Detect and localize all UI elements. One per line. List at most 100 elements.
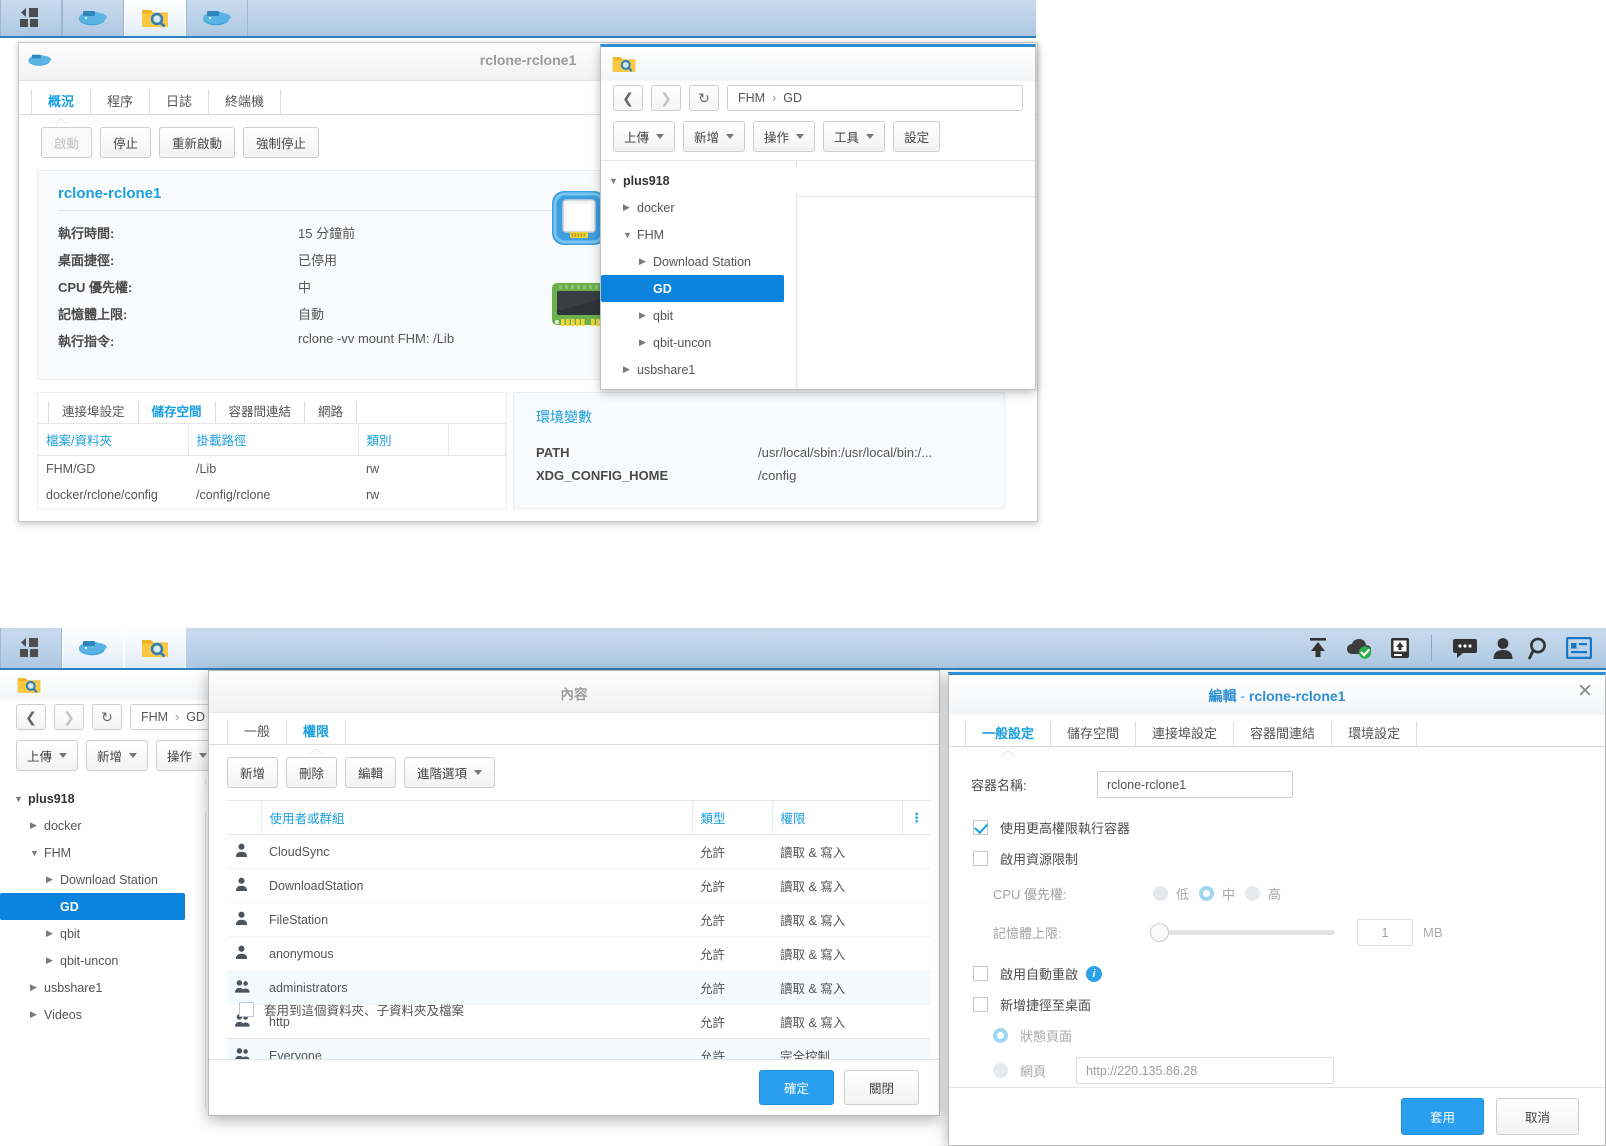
user-icon[interactable]	[1492, 636, 1514, 660]
container-name-input[interactable]: rclone-rclone1	[1097, 771, 1293, 798]
tab-network[interactable]: 網路	[305, 402, 358, 423]
tree-item-qbit[interactable]: ▶ qbit	[601, 302, 796, 329]
desktop-shortcut-checkbox[interactable]	[973, 997, 988, 1012]
tree-item-plus918[interactable]: ▼ plus918	[601, 167, 1035, 194]
start-button[interactable]: 啟動	[41, 127, 93, 158]
table-row[interactable]: FileStation 允許 讀取 & 寫入	[227, 902, 931, 937]
edit-permission-button[interactable]: 編輯	[345, 757, 397, 788]
forward-icon[interactable]: ❯	[54, 704, 84, 730]
breadcrumb[interactable]: FHM › GD	[727, 85, 1023, 111]
chevron-down-icon[interactable]: ▼	[623, 230, 637, 240]
advanced-options-button[interactable]: 進階選項	[404, 757, 496, 788]
tree-item-docker[interactable]: ▶ docker	[0, 812, 205, 839]
delete-permission-button[interactable]: 刪除	[286, 757, 338, 788]
slider-handle[interactable]	[1150, 923, 1169, 942]
apply-to-subfolders-row[interactable]: 套用到這個資料夾、子資料夾及檔案	[221, 986, 482, 1033]
chevron-right-icon[interactable]: ▶	[46, 874, 60, 885]
tree-item-download-station[interactable]: ▶ Download Station	[0, 866, 205, 893]
column-header-user-group[interactable]: 使用者或群組	[261, 800, 693, 835]
resource-limit-row[interactable]: 啟用資源限制	[949, 843, 1605, 874]
high-privilege-checkbox[interactable]	[973, 820, 988, 835]
chevron-right-icon[interactable]: ▶	[639, 310, 653, 321]
forward-icon[interactable]: ❯	[651, 85, 681, 111]
close-icon[interactable]: ✕	[1577, 682, 1593, 701]
memory-limit-slider[interactable]	[1150, 923, 1335, 942]
tree-item-gd[interactable]: GD	[0, 893, 185, 920]
chevron-right-icon[interactable]: ▶	[639, 337, 653, 348]
chevron-right-icon[interactable]: ▶	[30, 982, 44, 993]
tab-port-settings[interactable]: 連接埠設定	[1136, 722, 1235, 746]
shortcut-status-page-row[interactable]: 狀態頁面	[949, 1020, 1605, 1051]
taskbar-item-main-menu[interactable]	[0, 0, 62, 36]
upload-button[interactable]: 上傳	[16, 740, 79, 771]
breadcrumb-item-1[interactable]: GD	[783, 91, 802, 105]
column-header-type[interactable]: 類型	[692, 800, 773, 835]
tab-log[interactable]: 日誌	[150, 90, 210, 114]
column-header-file-folder[interactable]: 檔案/資料夾	[38, 423, 189, 456]
shortcut-status-page-radio[interactable]	[993, 1028, 1008, 1043]
info-icon[interactable]: i	[1086, 965, 1103, 982]
tree-item-qbit-uncon[interactable]: ▶ qbit-uncon	[0, 947, 205, 974]
tree-item-download-station[interactable]: ▶ Download Station	[601, 248, 796, 275]
tab-terminal[interactable]: 終端機	[209, 90, 282, 114]
high-privilege-row[interactable]: 使用更高權限執行容器	[949, 804, 1605, 843]
breadcrumb-item-0[interactable]: FHM	[738, 91, 765, 105]
tab-port-settings[interactable]: 連接埠設定	[48, 402, 139, 423]
auto-restart-row[interactable]: 啟用自動重啟 i	[949, 952, 1605, 989]
tab-process[interactable]: 程序	[91, 90, 151, 114]
tree-item-fhm[interactable]: ▼ FHM	[601, 221, 796, 248]
tree-item-usbshare1[interactable]: ▶ usbshare1	[601, 356, 796, 383]
tab-general[interactable]: 一般	[227, 720, 288, 744]
auto-restart-checkbox[interactable]	[973, 966, 988, 981]
tab-container-links[interactable]: 容器間連結	[1234, 722, 1333, 746]
tree-item-videos[interactable]: ▶ Videos	[0, 1001, 205, 1028]
taskbar-item-docker-2[interactable]	[186, 0, 248, 36]
widget-icon[interactable]	[1565, 636, 1593, 660]
chevron-right-icon[interactable]: ▶	[639, 256, 653, 267]
cloud-check-icon[interactable]	[1345, 636, 1375, 660]
stop-button[interactable]: 停止	[100, 127, 152, 158]
back-icon[interactable]: ❮	[16, 704, 46, 730]
tree-item-gd[interactable]: GD	[601, 275, 784, 302]
chevron-right-icon[interactable]: ▶	[30, 820, 44, 831]
tree-item-usbshare1[interactable]: ▶ usbshare1	[0, 974, 205, 1001]
taskbar-item-file-station[interactable]	[124, 0, 186, 36]
taskbar-item-docker[interactable]	[62, 628, 124, 668]
tree-item-qbit[interactable]: ▶ qbit	[0, 920, 205, 947]
cpu-priority-medium-radio[interactable]	[1199, 886, 1215, 901]
create-button[interactable]: 新增	[683, 121, 746, 152]
tree-item-qbit-uncon[interactable]: ▶ qbit-uncon	[601, 329, 796, 356]
taskbar-item-file-station[interactable]	[124, 628, 186, 668]
shortcut-web-page-row[interactable]: 網頁 http://220.135.86.28	[949, 1051, 1605, 1090]
breadcrumb-item-1[interactable]: GD	[186, 710, 205, 724]
cpu-priority-high-radio[interactable]	[1245, 886, 1261, 901]
taskbar-item-docker[interactable]	[62, 0, 124, 36]
column-header-mount-path[interactable]: 掛載路徑	[188, 423, 359, 456]
column-header-type[interactable]: 類別	[358, 423, 449, 456]
tab-storage[interactable]: 儲存空間	[1051, 722, 1137, 746]
tools-button[interactable]: 工具	[823, 121, 886, 152]
refresh-icon[interactable]: ↻	[689, 85, 719, 111]
shortcut-web-page-radio[interactable]	[993, 1063, 1008, 1078]
column-options-icon[interactable]: ⋮	[902, 800, 931, 835]
tree-item-videos[interactable]: ▶ Videos	[601, 383, 796, 389]
resource-limit-checkbox[interactable]	[973, 851, 988, 866]
tab-container-links[interactable]: 容器間連結	[216, 402, 306, 423]
column-header-blank[interactable]	[448, 423, 506, 456]
search-icon[interactable]	[1528, 636, 1552, 660]
tab-general-settings[interactable]: 一般設定	[965, 722, 1052, 746]
tree-item-fhm[interactable]: ▼ FHM	[0, 839, 205, 866]
force-stop-button[interactable]: 強制停止	[243, 127, 320, 158]
chevron-right-icon[interactable]: ▶	[623, 364, 637, 375]
table-row[interactable]: CloudSync 允許 讀取 & 寫入	[227, 834, 931, 869]
tab-overview[interactable]: 概況	[31, 90, 92, 114]
chevron-down-icon[interactable]: ▼	[14, 794, 28, 804]
create-button[interactable]: 新增	[86, 740, 149, 771]
chevron-right-icon[interactable]: ▶	[623, 202, 637, 213]
tree-item-docker[interactable]: ▶ docker	[601, 194, 796, 221]
shortcut-url-input[interactable]: http://220.135.86.28	[1076, 1057, 1334, 1084]
device-upload-icon[interactable]	[1389, 636, 1411, 660]
chevron-down-icon[interactable]: ▼	[609, 176, 623, 186]
upload-button[interactable]: 上傳	[613, 121, 676, 152]
chevron-right-icon[interactable]: ▶	[30, 1009, 44, 1020]
